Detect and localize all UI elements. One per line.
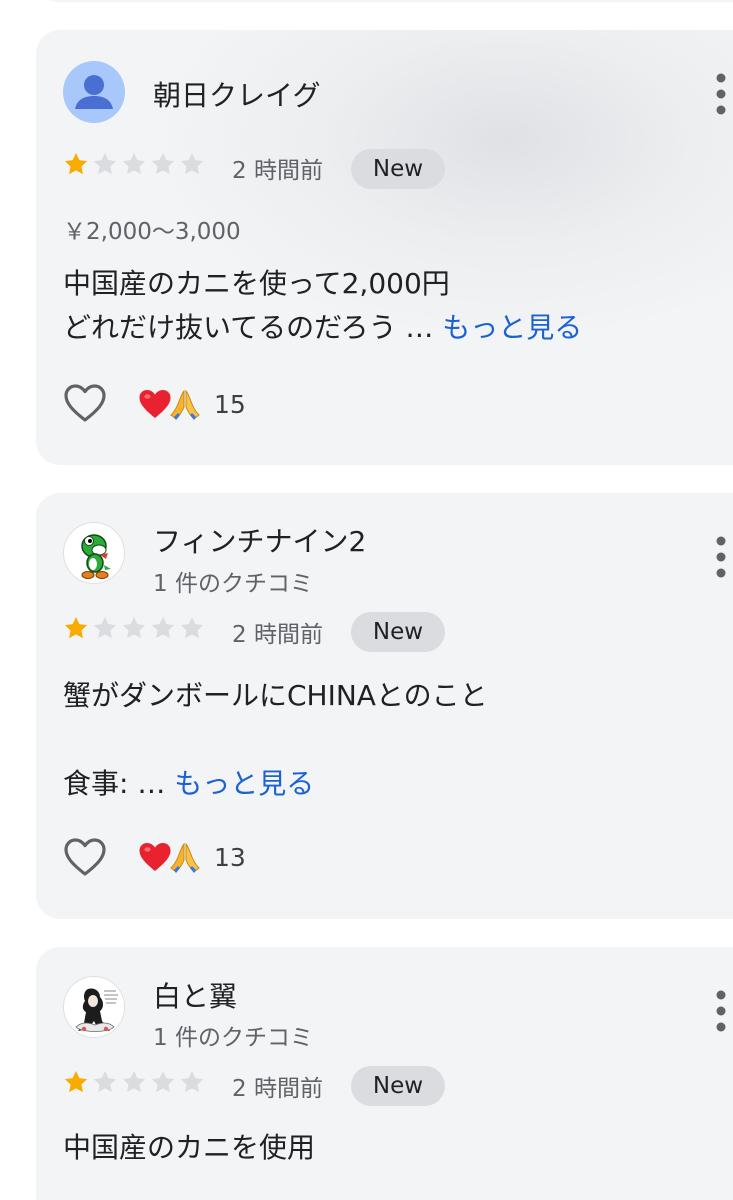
author-review-count: 1 件のクチコミ — [153, 571, 313, 597]
new-badge: New — [351, 1066, 445, 1106]
new-badge: New — [351, 612, 445, 652]
more-vert-icon[interactable] — [714, 989, 728, 1033]
folded-hands-emoji-icon — [168, 387, 202, 421]
star-empty-icon — [150, 151, 176, 177]
star-empty-icon — [179, 151, 205, 177]
star-filled-icon — [63, 1069, 89, 1095]
price-range: ￥2,000〜3,000 — [63, 219, 241, 245]
more-vert-icon[interactable] — [714, 535, 728, 579]
red-heart-emoji-icon — [138, 841, 172, 873]
star-empty-icon — [92, 1069, 118, 1095]
review-card: 白と翼 1 件のクチコミ 2 時間前 New 中国産のカニを使用 — [36, 947, 733, 1200]
star-filled-icon — [63, 151, 89, 177]
new-badge: New — [351, 149, 445, 189]
previous-review-card — [36, 0, 733, 2]
star-rating — [63, 151, 205, 179]
review-text: 蟹がダンボールにCHINAとのこと 食事: … もっと見る — [63, 674, 488, 806]
author-review-count: 1 件のクチコミ — [153, 1025, 313, 1051]
review-time: 2 時間前 — [232, 158, 323, 184]
review-text-line: どれだけ抜いてるのだろう … もっと見る — [63, 306, 582, 350]
author-name[interactable]: 白と翼 — [153, 975, 237, 1015]
read-more-link[interactable]: もっと見る — [442, 311, 582, 344]
review-text-line: 中国産のカニを使って2,000円 — [63, 267, 450, 300]
avatar[interactable] — [63, 976, 125, 1038]
reactions-summary[interactable]: 15 — [138, 386, 246, 422]
review-time: 2 時間前 — [232, 1076, 323, 1102]
star-empty-icon — [150, 1069, 176, 1095]
star-empty-icon — [121, 615, 147, 641]
review-text-line: 中国産のカニを使用 — [63, 1131, 316, 1164]
star-filled-icon — [63, 615, 89, 641]
person-icon — [75, 75, 113, 109]
star-empty-icon — [92, 615, 118, 641]
review-time: 2 時間前 — [232, 622, 323, 648]
avatar[interactable] — [63, 61, 125, 123]
review-text-line: 蟹がダンボールにCHINAとのこと — [63, 679, 488, 712]
red-heart-emoji-icon — [138, 388, 172, 420]
author-name[interactable]: フィンチナイン2 — [153, 520, 366, 560]
review-text: 中国産のカニを使って2,000円 どれだけ抜いてるのだろう … もっと見る — [63, 262, 582, 350]
reactions-summary[interactable]: 13 — [138, 839, 246, 875]
star-empty-icon — [92, 151, 118, 177]
review-text-truncated: どれだけ抜いてるのだろう … — [63, 311, 443, 344]
reaction-count: 13 — [214, 842, 246, 872]
star-rating — [63, 615, 205, 643]
read-more-link[interactable]: もっと見る — [174, 767, 314, 800]
like-heart-icon[interactable] — [63, 837, 107, 877]
more-vert-icon[interactable] — [714, 72, 728, 116]
review-card: フィンチナイン2 1 件のクチコミ 2 時間前 New 蟹がダンボールにCHIN… — [36, 493, 733, 919]
review-card: 朝日クレイグ 2 時間前 New ￥2,000〜3,000 中国産のカニを使って… — [36, 30, 733, 465]
yoshi-avatar-icon — [81, 534, 111, 579]
avatar[interactable] — [63, 522, 125, 584]
review-text-truncated: 食事: … — [63, 767, 175, 800]
like-heart-icon[interactable] — [63, 383, 107, 423]
illustration-avatar-icon — [65, 978, 124, 1037]
review-text: 中国産のカニを使用 — [63, 1126, 315, 1170]
star-empty-icon — [179, 1069, 205, 1095]
star-empty-icon — [121, 151, 147, 177]
folded-hands-emoji-icon — [168, 840, 202, 874]
reaction-count: 15 — [214, 389, 246, 419]
star-empty-icon — [121, 1069, 147, 1095]
reviews-page: 朝日クレイグ 2 時間前 New ￥2,000〜3,000 中国産のカニを使って… — [0, 0, 733, 1200]
star-empty-icon — [150, 615, 176, 641]
review-text-line: 食事: … もっと見る — [63, 762, 488, 806]
star-rating — [63, 1069, 205, 1097]
author-name[interactable]: 朝日クレイグ — [153, 74, 320, 114]
star-empty-icon — [179, 615, 205, 641]
